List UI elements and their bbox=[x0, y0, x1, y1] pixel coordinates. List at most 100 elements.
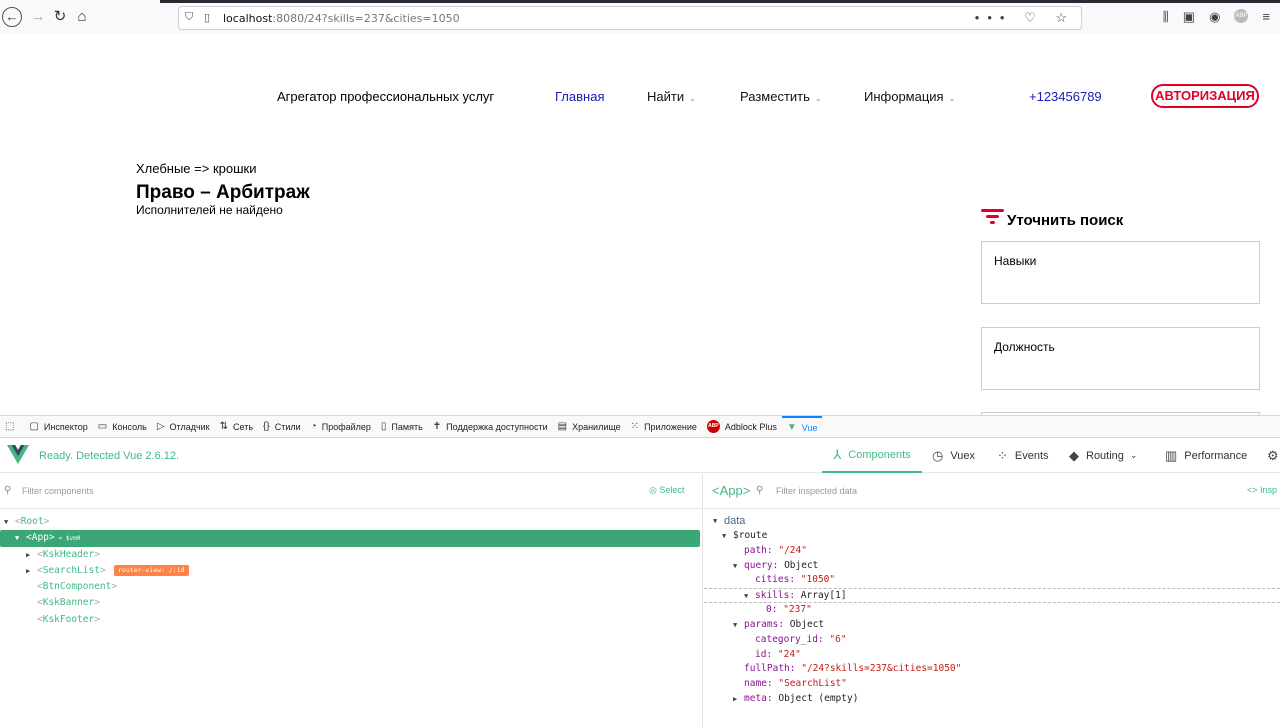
inspect-dom-link[interactable]: <> Insp bbox=[1247, 485, 1277, 495]
tab-components[interactable]: ⅄ Components bbox=[822, 438, 922, 473]
picker-button[interactable]: ⬚ bbox=[0, 416, 24, 438]
select-component-button[interactable]: ◎ Select bbox=[649, 485, 684, 496]
position-filter-box[interactable]: Должность bbox=[981, 327, 1260, 390]
expand-arrow-icon[interactable]: ▼ bbox=[733, 559, 737, 574]
expand-arrow-icon[interactable]: ▼ bbox=[744, 589, 748, 604]
forward-button[interactable]: → bbox=[28, 7, 48, 27]
sidebar-icon[interactable]: ▣ bbox=[1183, 9, 1195, 25]
components-filter[interactable]: ⚲ Filter components ◎ Select bbox=[0, 474, 703, 509]
collapse-arrow-icon[interactable]: ▶ bbox=[26, 547, 30, 563]
prop-skill-0: 0: "237" bbox=[704, 603, 1280, 618]
profiler-icon: ◔ bbox=[310, 421, 317, 432]
collapse-arrow-icon[interactable]: ▶ bbox=[733, 692, 737, 707]
nav-home[interactable]: Главная bbox=[555, 89, 604, 104]
tab-vue-label: Vue bbox=[801, 422, 818, 433]
skills-filter-box[interactable]: Навыки bbox=[981, 241, 1260, 304]
expand-arrow-icon[interactable]: ▼ bbox=[15, 530, 19, 546]
adblock-toolbar-icon[interactable]: ABP bbox=[1234, 9, 1249, 23]
tab-console[interactable]: ▭ Консоль bbox=[93, 416, 152, 438]
url-path: :8080/24?skills=237&cities=1050 bbox=[272, 12, 460, 25]
account-icon[interactable]: ◉ bbox=[1209, 9, 1220, 25]
tab-network[interactable]: ⇅ Сеть bbox=[215, 416, 258, 438]
expand-arrow-icon[interactable]: ▼ bbox=[713, 514, 717, 529]
tree-node-kskbanner[interactable]: <KskBanner> bbox=[0, 595, 700, 611]
tree-node-app[interactable]: ▼ <App> = $vm0 bbox=[0, 530, 700, 547]
prop-query[interactable]: ▼ query: Object bbox=[704, 559, 1280, 574]
phone-link[interactable]: +123456789 bbox=[1029, 89, 1102, 104]
tab-vuex[interactable]: ◷ Vuex bbox=[932, 438, 975, 473]
tree-node-root[interactable]: ▼ <Root> bbox=[0, 514, 700, 530]
tree-child-label: KskBanner bbox=[42, 597, 95, 609]
tab-inspector[interactable]: ▢ Инспектор bbox=[24, 416, 92, 438]
prop-skills[interactable]: ▼ skills: Array[1] bbox=[704, 588, 1280, 604]
shield-icon[interactable]: ⛉ bbox=[185, 11, 193, 24]
data-section[interactable]: ▼ data bbox=[704, 514, 1280, 529]
bookmark-star-icon[interactable]: ☆ bbox=[1055, 10, 1075, 25]
prop-name: name: "SearchList" bbox=[704, 677, 1280, 692]
routing-icon: ◆ bbox=[1069, 447, 1079, 463]
tab-performance[interactable]: ▥ Performance bbox=[1165, 438, 1247, 473]
nav-post[interactable]: Разместить ⌄ bbox=[740, 89, 822, 104]
tree-node-kskheader[interactable]: ▶ <KskHeader> bbox=[0, 547, 700, 563]
chevron-down-icon: ⌄ bbox=[1129, 450, 1138, 460]
router-view-badge: router-view: /:id bbox=[114, 564, 189, 576]
name-value: "SearchList" bbox=[778, 678, 847, 690]
filter-components-input[interactable]: Filter components bbox=[22, 486, 94, 496]
network-icon: ⇅ bbox=[219, 421, 229, 432]
prop-meta[interactable]: ▶ meta: Object (empty) bbox=[704, 692, 1280, 707]
tab-events[interactable]: ⁘ Events bbox=[997, 438, 1049, 473]
tab-style-editor[interactable]: {} Стили bbox=[258, 416, 306, 438]
vue-logo-icon bbox=[7, 445, 29, 464]
tab-profiler[interactable]: ◔ Профайлер bbox=[306, 416, 376, 438]
query-type: Object bbox=[784, 559, 819, 571]
skill-index-key: 0: bbox=[766, 604, 778, 616]
expand-arrow-icon[interactable]: ▼ bbox=[733, 618, 737, 633]
tab-storage[interactable]: ▤ Хранилище bbox=[553, 416, 626, 438]
inspected-component: <App> bbox=[712, 483, 751, 498]
skills-filter-label: Навыки bbox=[994, 254, 1037, 268]
auth-button[interactable]: АВТОРИЗАЦИЯ bbox=[1151, 84, 1259, 108]
tab-memory[interactable]: ▯ Память bbox=[376, 416, 428, 438]
tree-node-searchlist[interactable]: ▶ <SearchList> router-view: /:id bbox=[0, 563, 700, 579]
tab-adblock[interactable]: ABP Adblock Plus bbox=[702, 416, 782, 438]
nav-find[interactable]: Найти ⌄ bbox=[647, 89, 696, 104]
params-key: params: bbox=[744, 618, 785, 630]
nav-home-label: Главная bbox=[555, 89, 605, 104]
url-bar[interactable]: ⛉ ▯ localhost:8080/24?skills=237&cities=… bbox=[178, 6, 1082, 30]
debugger-icon: ▷ bbox=[156, 421, 165, 432]
prop-params[interactable]: ▼ params: Object bbox=[704, 618, 1280, 633]
menu-icon[interactable]: ≡ bbox=[1262, 9, 1270, 25]
chevron-down-icon: ⌄ bbox=[948, 94, 956, 103]
reload-button[interactable]: ↻ bbox=[50, 7, 70, 27]
filter-inspected-input[interactable]: Filter inspected data bbox=[776, 486, 857, 496]
tab-application[interactable]: ⁙ Приложение bbox=[626, 416, 702, 438]
collapse-arrow-icon[interactable]: ▶ bbox=[26, 563, 30, 579]
tab-inspector-label: Инспектор bbox=[43, 421, 88, 432]
id-value: "24" bbox=[777, 648, 801, 660]
settings-button[interactable]: ⚙ bbox=[1267, 438, 1280, 473]
tab-performance-label: Performance bbox=[1184, 449, 1248, 462]
url-text[interactable]: localhost:8080/24?skills=237&cities=1050 bbox=[223, 12, 460, 25]
tree-child-label: KskHeader bbox=[42, 548, 95, 560]
meta-key: meta: bbox=[744, 693, 773, 705]
more-icon[interactable]: ••• bbox=[975, 10, 1013, 25]
chevron-down-icon: ⌄ bbox=[689, 94, 696, 103]
prop-route[interactable]: ▼ $route bbox=[704, 529, 1280, 544]
home-button[interactable]: ⌂ bbox=[72, 7, 92, 27]
tree-node-btncomponent[interactable]: <BtnComponent> bbox=[0, 579, 700, 595]
expand-arrow-icon[interactable]: ▼ bbox=[4, 514, 8, 530]
nav-info[interactable]: Информация ⌄ bbox=[864, 89, 955, 104]
pocket-icon[interactable]: ♡ bbox=[1024, 10, 1044, 25]
tab-vue[interactable]: ▼ Vue bbox=[781, 415, 823, 438]
expand-arrow-icon[interactable]: ▼ bbox=[722, 529, 726, 544]
filter-icon bbox=[981, 208, 1005, 227]
tab-routing[interactable]: ◆ Routing ⌄ bbox=[1069, 438, 1137, 473]
page-info-icon[interactable]: ▯ bbox=[204, 11, 210, 24]
tab-accessibility[interactable]: ✝ Поддержка доступности bbox=[428, 416, 553, 438]
back-button[interactable]: ← bbox=[2, 7, 22, 27]
tree-node-kskfooter[interactable]: <KskFooter> bbox=[0, 612, 700, 628]
tab-debugger[interactable]: ▷ Отладчик bbox=[152, 416, 215, 438]
library-icon[interactable]: ⫼ bbox=[1163, 9, 1169, 25]
tab-routing-label: Routing bbox=[1086, 449, 1124, 462]
history-icon: ◷ bbox=[932, 447, 944, 463]
